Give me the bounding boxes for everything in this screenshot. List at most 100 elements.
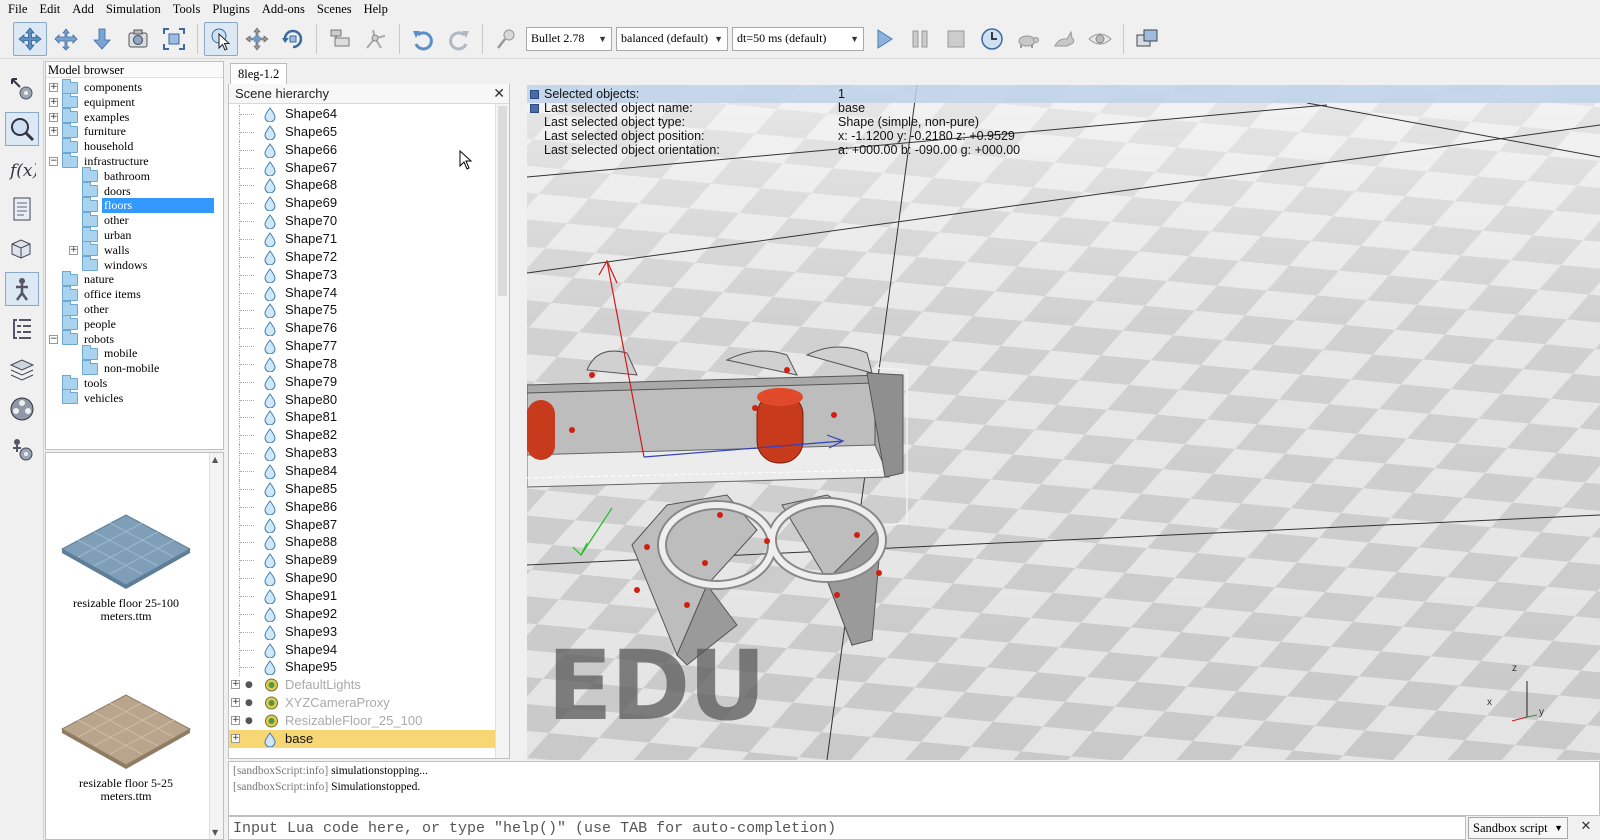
user-settings-button[interactable] <box>5 432 39 466</box>
scroll-up-icon[interactable]: ▲ <box>212 455 218 464</box>
hierarchy-shape-row[interactable]: Shape65 <box>229 122 497 141</box>
expand-icon[interactable]: + <box>231 680 240 690</box>
camera-pan-button[interactable] <box>13 21 47 56</box>
model-folder-urban[interactable]: urban <box>69 226 133 243</box>
visibility-dot-icon[interactable]: ● <box>245 716 253 726</box>
hierarchy-object-base[interactable]: + base <box>229 729 497 748</box>
hierarchy-shape-row[interactable]: Shape79 <box>229 372 497 391</box>
hierarchy-shape-row[interactable]: Shape85 <box>229 479 497 498</box>
scripts-button[interactable] <box>5 192 39 226</box>
click-selection-button[interactable] <box>204 21 238 56</box>
expand-icon[interactable]: + <box>231 733 240 743</box>
hierarchy-shape-row[interactable]: Shape92 <box>229 604 497 623</box>
real-time-button[interactable] <box>975 22 1009 56</box>
hierarchy-shape-row[interactable]: Shape83 <box>229 444 497 463</box>
model-folder-nature[interactable]: nature <box>49 270 116 287</box>
hierarchy-shape-row[interactable]: Shape71 <box>229 229 497 248</box>
close-icon[interactable]: ✕ <box>1579 820 1593 834</box>
hierarchy-shape-row[interactable]: Shape70 <box>229 212 497 231</box>
hierarchy-object-defaultlights[interactable]: + ● DefaultLights <box>229 676 497 694</box>
hierarchy-shape-row[interactable]: Shape68 <box>229 176 497 195</box>
menu-add[interactable]: Add <box>66 0 100 18</box>
hierarchy-shape-row[interactable]: Shape95 <box>229 658 497 677</box>
object-shift-button[interactable] <box>240 22 274 56</box>
hierarchy-shape-row[interactable]: Shape84 <box>229 462 497 480</box>
pause-simulation-button[interactable] <box>903 22 937 56</box>
camera-shift-button[interactable] <box>85 22 119 56</box>
hierarchy-shape-row[interactable]: Shape78 <box>229 354 497 373</box>
hierarchy-shape-row[interactable]: Shape86 <box>229 497 497 516</box>
menu-tools[interactable]: Tools <box>167 0 207 18</box>
model-folder-windows[interactable]: windows <box>69 256 149 273</box>
object-rotate-button[interactable] <box>276 22 310 56</box>
menu-simulation[interactable]: Simulation <box>100 0 167 18</box>
expand-icon[interactable]: + <box>231 715 240 725</box>
model-folder-other[interactable]: other <box>69 211 131 228</box>
page-selector-button[interactable] <box>1130 22 1164 56</box>
menu-help[interactable]: Help <box>358 0 394 18</box>
model-folder-tools[interactable]: tools <box>49 374 109 391</box>
model-folder-other[interactable]: other <box>49 300 111 317</box>
speed-up-button[interactable] <box>1047 22 1081 56</box>
collapse-icon[interactable]: − <box>49 334 58 344</box>
transfer-dna-button[interactable] <box>359 22 393 56</box>
expand-icon[interactable]: + <box>69 245 78 255</box>
hierarchy-shape-row[interactable]: Shape72 <box>229 247 497 266</box>
lua-command-input[interactable] <box>228 816 1466 840</box>
assemble-button[interactable] <box>323 22 357 56</box>
stop-simulation-button[interactable] <box>939 22 973 56</box>
visibility-dot-icon[interactable]: ● <box>245 698 253 708</box>
camera-rotate-button[interactable] <box>49 22 83 56</box>
model-folder-people[interactable]: people <box>49 315 118 332</box>
model-folder-vehicles[interactable]: vehicles <box>49 389 125 406</box>
thumbnails-scrollbar[interactable]: ▲ ▼ <box>209 453 223 839</box>
visibility-dot-icon[interactable]: ● <box>245 680 253 690</box>
physics-engine-select[interactable]: Bullet 2.78 ▼ <box>526 26 612 51</box>
hierarchy-shape-row[interactable]: Shape90 <box>229 569 497 588</box>
script-selector[interactable]: Sandbox script ▼ <box>1468 817 1568 839</box>
model-thumbnail[interactable]: resizable floor 25-100 meters.ttm <box>56 511 196 623</box>
hierarchy-object-xyzcameraproxy[interactable]: + ● XYZCameraProxy <box>229 694 497 712</box>
hierarchy-shape-row[interactable]: Shape94 <box>229 640 497 659</box>
object-search-button[interactable] <box>5 112 39 146</box>
start-simulation-button[interactable] <box>867 22 901 56</box>
expand-icon[interactable]: + <box>49 112 58 122</box>
math-functions-button[interactable]: f(x) <box>5 152 39 186</box>
close-icon[interactable]: ✕ <box>493 84 505 104</box>
layers-button[interactable] <box>5 352 39 386</box>
hierarchy-shape-row[interactable]: Shape93 <box>229 622 497 641</box>
redo-button[interactable] <box>442 22 476 56</box>
model-folder-furniture[interactable]: + furniture <box>49 122 128 139</box>
calculation-modules-button[interactable] <box>5 72 39 106</box>
model-folder-mobile[interactable]: mobile <box>69 344 139 361</box>
camera-angle-button[interactable] <box>121 22 155 56</box>
model-thumbnail[interactable]: resizable floor 5-25 meters.ttm <box>56 691 196 803</box>
menu-add-ons[interactable]: Add-ons <box>256 0 311 18</box>
fit-to-view-button[interactable] <box>157 22 191 56</box>
hierarchy-shape-row[interactable]: Shape64 <box>229 105 497 123</box>
hierarchy-shape-row[interactable]: Shape74 <box>229 283 497 302</box>
hierarchy-scrollbar[interactable] <box>495 104 509 758</box>
slow-down-button[interactable] <box>1011 22 1045 56</box>
time-step-select[interactable]: dt=50 ms (default) ▼ <box>732 26 864 51</box>
menu-plugins[interactable]: Plugins <box>206 0 256 18</box>
hierarchy-shape-row[interactable]: Shape66 <box>229 140 497 159</box>
model-folder-non-mobile[interactable]: non-mobile <box>69 359 161 376</box>
hierarchy-shape-row[interactable]: Shape67 <box>229 158 497 177</box>
scroll-down-icon[interactable]: ▼ <box>212 828 218 837</box>
menu-edit[interactable]: Edit <box>33 0 66 18</box>
hierarchy-shape-row[interactable]: Shape80 <box>229 390 497 409</box>
menu-scenes[interactable]: Scenes <box>311 0 358 18</box>
expand-icon[interactable]: + <box>231 698 240 708</box>
hierarchy-shape-row[interactable]: Shape88 <box>229 533 497 552</box>
scrollbar-thumb[interactable] <box>498 106 507 296</box>
scene-hierarchy-toggle-button[interactable] <box>5 312 39 346</box>
hierarchy-shape-row[interactable]: Shape87 <box>229 515 497 534</box>
hierarchy-shape-row[interactable]: Shape69 <box>229 194 497 213</box>
model-folder-doors[interactable]: doors <box>69 182 133 199</box>
hierarchy-shape-row[interactable]: Shape91 <box>229 586 497 605</box>
menu-file[interactable]: File <box>0 0 33 18</box>
shape-edit-button[interactable] <box>5 232 39 266</box>
model-folder-infrastructure[interactable]: − infrastructure <box>49 152 151 169</box>
hierarchy-shape-row[interactable]: Shape76 <box>229 319 497 338</box>
